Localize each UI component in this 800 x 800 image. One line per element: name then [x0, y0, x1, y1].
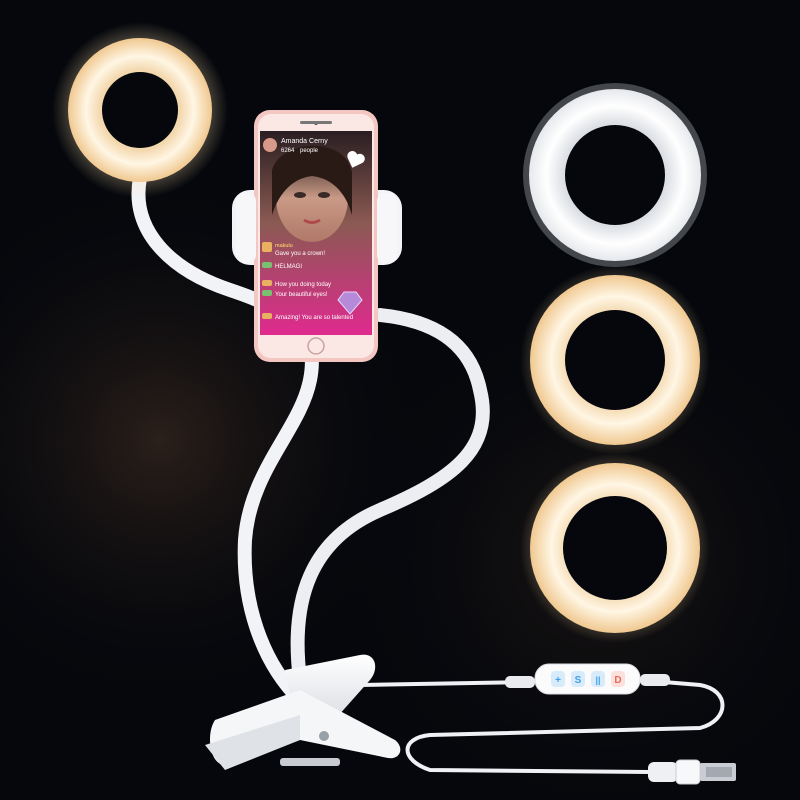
chat-badge	[262, 290, 272, 296]
streamer-name: Amanda Cerny	[281, 138, 328, 145]
chat-badge	[262, 242, 272, 252]
chat-badge	[262, 280, 272, 286]
clamp-screw	[319, 731, 329, 741]
chat-user: makulu	[275, 243, 293, 249]
chat-message: How you doing today	[275, 282, 331, 288]
cable-strain-relief	[505, 676, 535, 688]
phone-holder-grip-left	[236, 193, 256, 263]
chat-message: HELMAGI	[275, 264, 302, 270]
controller-button-label: +	[555, 675, 561, 686]
chat-badge	[262, 262, 272, 268]
chat-message: Your beautiful eyes!	[275, 292, 328, 298]
phone-holder-grip-right	[377, 193, 397, 263]
controller-button-label: D	[614, 675, 621, 686]
product-photo: Amanda Cerny 6264 people makulu Gave you…	[0, 0, 800, 800]
cable-strain-relief	[640, 674, 670, 686]
viewer-label: people	[300, 148, 319, 154]
ring-light-warm-mode	[520, 265, 710, 455]
controller-button-label: ||	[595, 675, 600, 685]
controller-button-label: S	[575, 675, 582, 686]
smartphone: Amanda Cerny 6264 people makulu Gave you…	[254, 110, 378, 362]
ring-light-hole	[102, 72, 178, 148]
usb-plug	[648, 759, 736, 785]
chat-badge	[262, 313, 272, 319]
chat-message: Amazing! You are so talented	[275, 315, 353, 321]
ring-light-natural-mode	[520, 453, 710, 643]
chat-message: Gave you a crown!	[275, 251, 325, 257]
streamer-avatar	[263, 138, 277, 152]
viewer-count: 6264	[281, 148, 295, 154]
ring-light-cool-mode	[523, 83, 707, 267]
